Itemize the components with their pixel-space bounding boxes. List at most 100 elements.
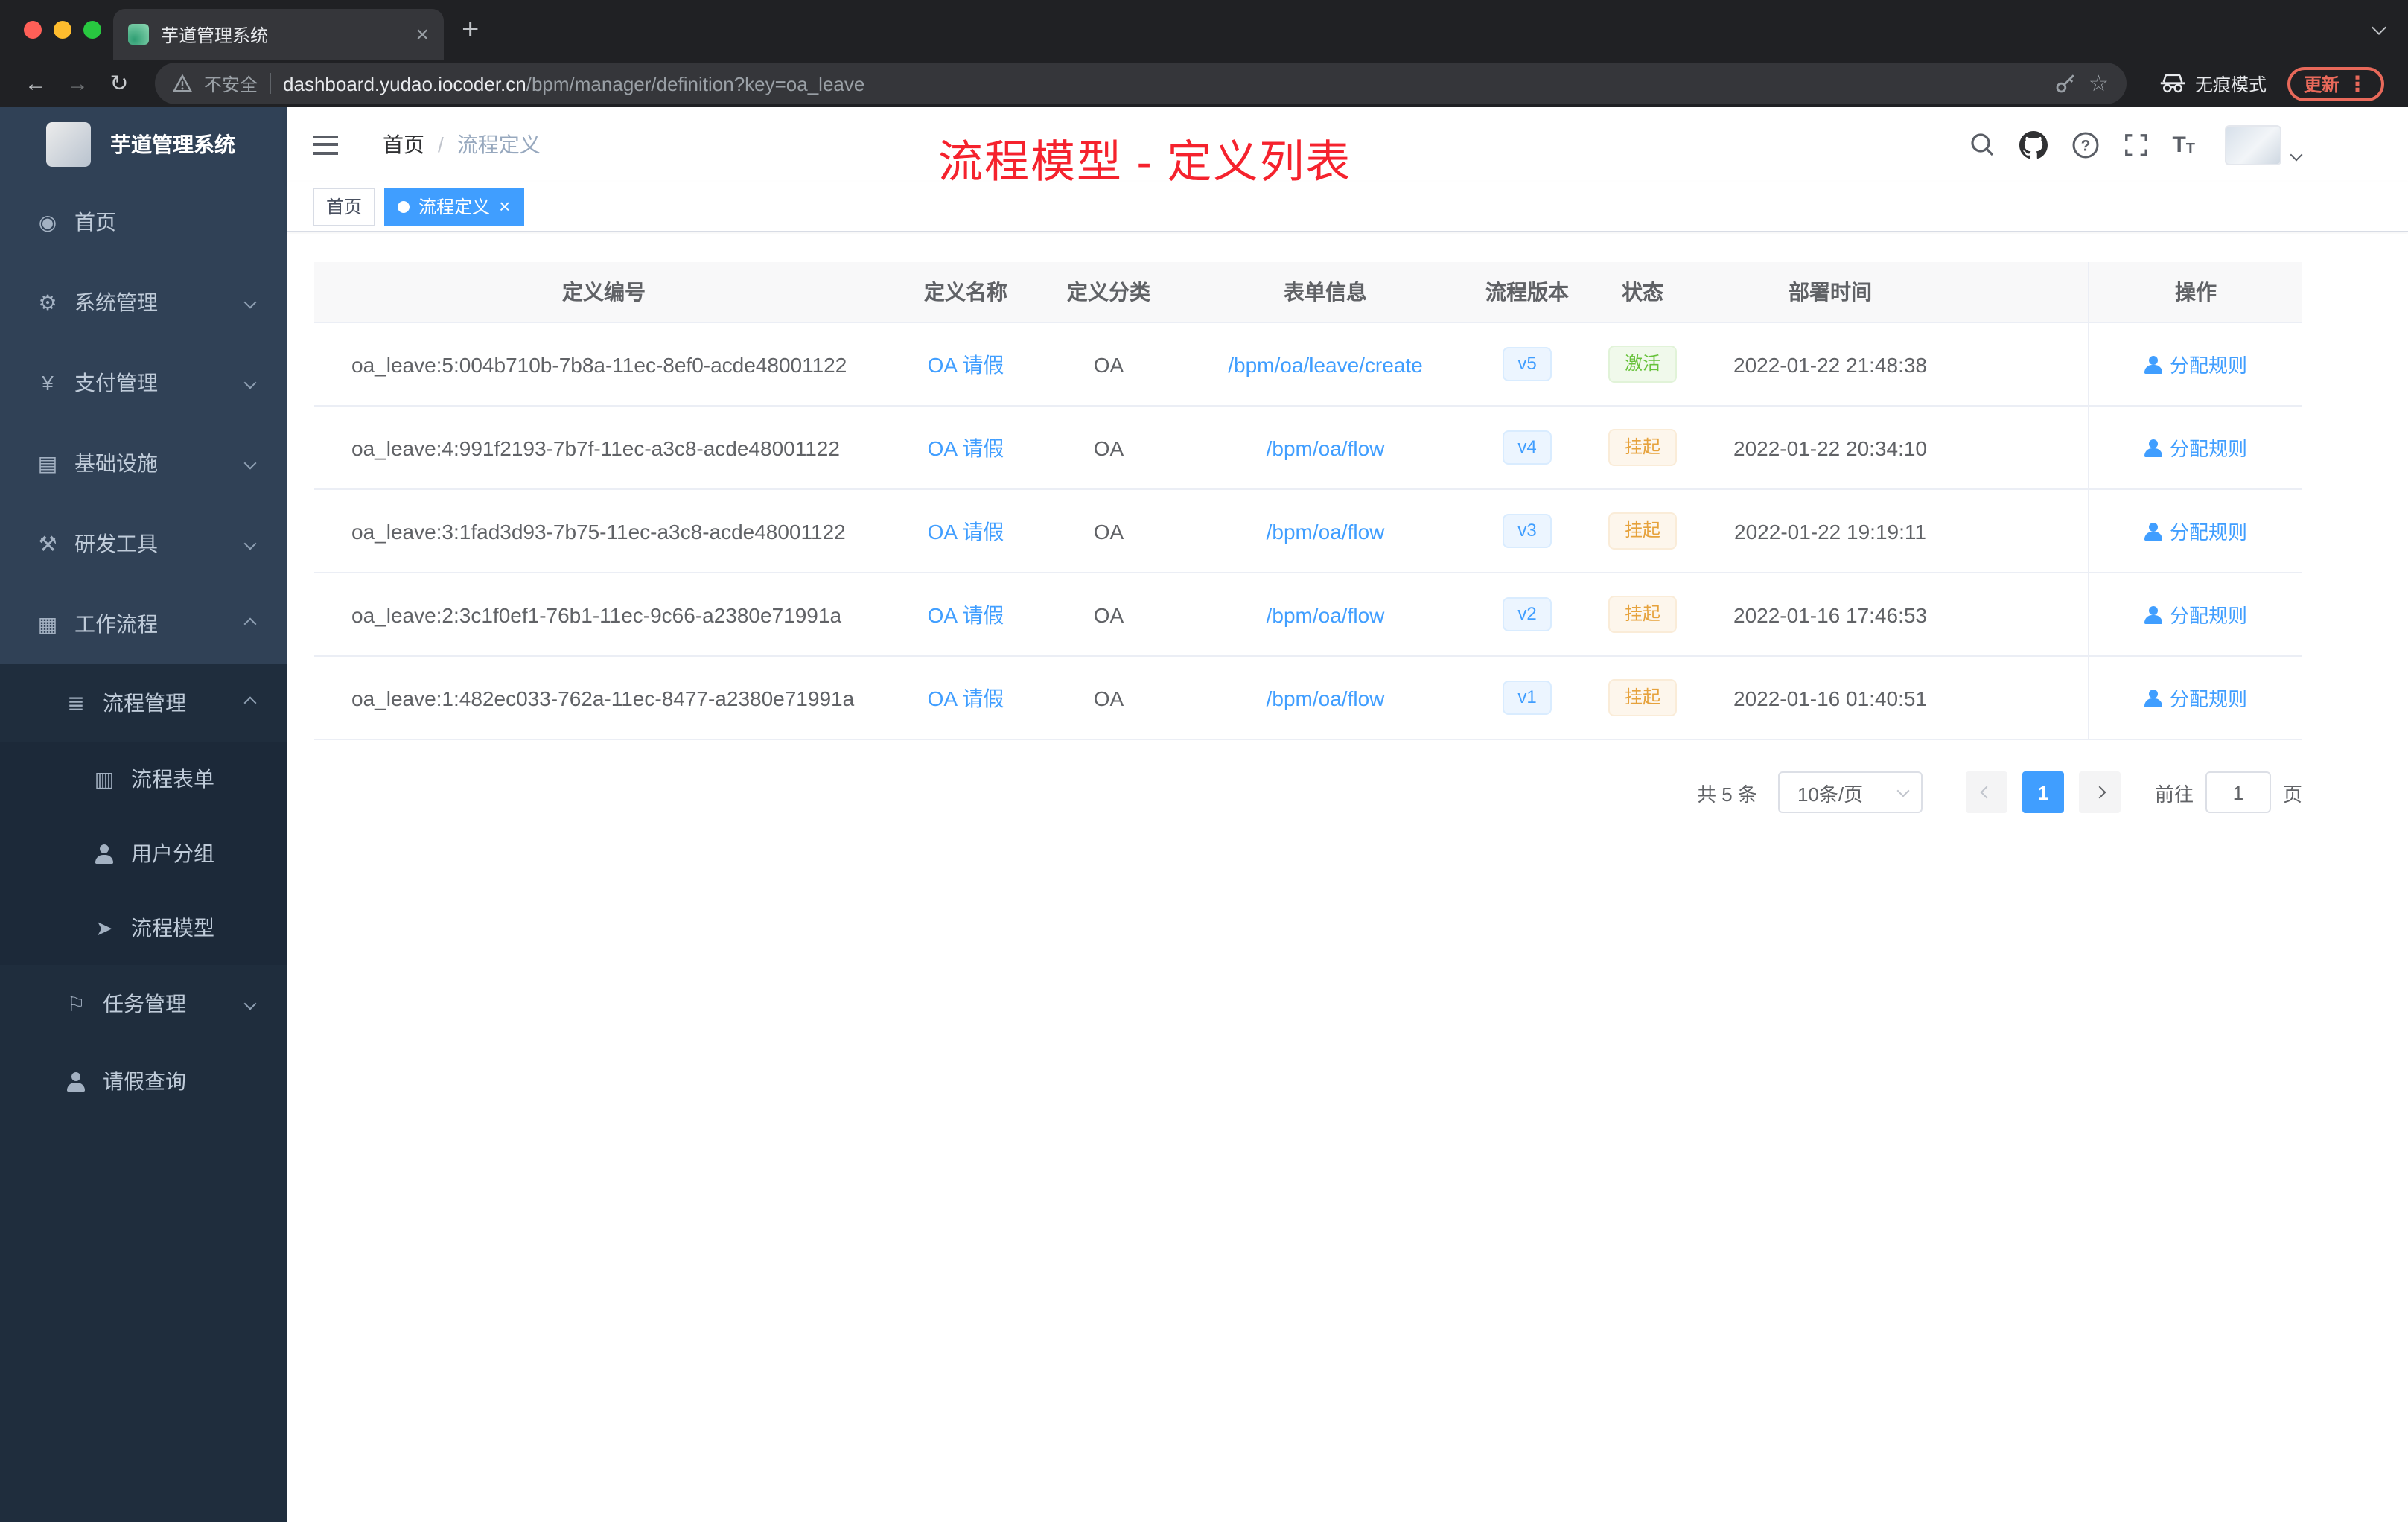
assign-rule-button[interactable]: 分配规则: [2144, 517, 2247, 545]
assign-rule-button[interactable]: 分配规则: [2144, 684, 2247, 712]
sidebar-collapse-icon[interactable]: [313, 135, 338, 154]
github-icon[interactable]: [2019, 130, 2048, 159]
column-header: 定义编号: [314, 262, 894, 322]
tab-search-chevron-icon[interactable]: [2372, 20, 2386, 35]
search-icon[interactable]: [1968, 131, 1995, 158]
window-minimize-button[interactable]: [54, 21, 71, 39]
definition-name-link[interactable]: OA 请假: [928, 349, 1004, 379]
table-header-row: 定义编号 定义名称 定义分类 表单信息 流程版本 状态 部署时间 操作: [314, 262, 2302, 323]
status-tag: 挂起: [1608, 429, 1677, 466]
svg-text:?: ?: [2080, 137, 2090, 154]
url-text: dashboard.yudao.iocoder.cn/bpm/manager/d…: [283, 72, 2041, 95]
version-tag: v4: [1503, 430, 1552, 465]
deploy-time: 2022-01-22 19:19:11: [1734, 519, 1926, 543]
sidebar-item-payment-management[interactable]: ¥ 支付管理: [0, 343, 287, 423]
sidebar-item-workflow[interactable]: ▦ 工作流程: [0, 584, 287, 664]
sidebar-item-user-group[interactable]: 用户分组: [0, 816, 287, 891]
sidebar-item-infrastructure[interactable]: ▤ 基础设施: [0, 423, 287, 503]
fullscreen-icon[interactable]: [2123, 132, 2148, 157]
column-header: 操作: [2088, 262, 2302, 322]
tab-close-icon[interactable]: ×: [415, 23, 429, 45]
sidebar-item-label: 系统管理: [74, 290, 158, 314]
process-form-icon: ▥: [94, 766, 115, 790]
next-page-button[interactable]: [2078, 771, 2121, 813]
assign-rule-button[interactable]: 分配规则: [2144, 350, 2247, 378]
definition-name-link[interactable]: OA 请假: [928, 683, 1004, 713]
sidebar-filler: [0, 1120, 287, 1522]
incognito-icon: [2160, 74, 2185, 93]
user-group-icon: [92, 844, 116, 863]
sidebar-item-system-management[interactable]: ⚙ 系统管理: [0, 262, 287, 343]
page-size-select[interactable]: 10条/页: [1777, 771, 1923, 813]
definition-category: OA: [1093, 686, 1124, 710]
window-close-button[interactable]: [24, 21, 42, 39]
user-group-icon: [95, 844, 114, 863]
definition-id: oa_leave:3:1fad3d93-7b75-11ec-a3c8-acde4…: [351, 519, 846, 543]
tab-strip: 芋道管理系统 × +: [0, 0, 2408, 60]
definition-name-cell: OA 请假: [894, 323, 1038, 405]
page-1-button[interactable]: 1: [2022, 771, 2064, 813]
definition-id-cell: oa_leave:1:482ec033-762a-11ec-8477-a2380…: [314, 657, 894, 739]
definition-name-link[interactable]: OA 请假: [928, 516, 1004, 546]
action-cell: 分配规则: [2088, 657, 2302, 739]
chevron-down-icon: [243, 537, 257, 550]
version-tag: v1: [1503, 681, 1552, 715]
sidebar-item-task-management[interactable]: ⚐ 任务管理: [0, 965, 287, 1042]
new-tab-button[interactable]: +: [462, 15, 479, 45]
sidebar-menu: ◉ 首页 ⚙ 系统管理 ¥ 支付管理 ▤ 基础设施 ⚒ 研发工具 ▦ 工作流程 ≣ 流程管理 ▥ 流程表单 用户…: [0, 182, 287, 1120]
tag-home[interactable]: 首页: [313, 187, 376, 226]
bookmark-star-icon[interactable]: ☆: [2089, 70, 2109, 97]
font-size-icon[interactable]: TT: [2172, 132, 2195, 157]
user-avatar-dropdown[interactable]: [2225, 124, 2303, 165]
sidebar-logo[interactable]: 芋道管理系统: [0, 107, 287, 182]
back-button[interactable]: ←: [18, 71, 54, 96]
sidebar-item-leave-query[interactable]: 请假查询: [0, 1042, 287, 1120]
sidebar-item-process-form[interactable]: ▥ 流程表单: [0, 742, 287, 816]
address-bar[interactable]: 不安全 dashboard.yudao.iocoder.cn/bpm/manag…: [155, 63, 2127, 104]
definition-category: OA: [1093, 436, 1124, 459]
tag-process-definition[interactable]: 流程定义 ×: [384, 187, 524, 226]
definition-name-link[interactable]: OA 请假: [928, 433, 1004, 462]
assign-rule-button[interactable]: 分配规则: [2144, 433, 2247, 462]
user-icon: [2144, 605, 2162, 623]
assign-rule-label: 分配规则: [2169, 605, 2247, 627]
goto-page-input[interactable]: [2205, 771, 2271, 813]
key-icon[interactable]: [2053, 71, 2077, 95]
deploy-time-cell: 2022-01-22 19:19:11: [1702, 490, 1958, 572]
assign-rule-button[interactable]: 分配规则: [2144, 600, 2247, 628]
definition-name-cell: OA 请假: [894, 573, 1038, 655]
form-link[interactable]: /bpm/oa/flow: [1267, 602, 1385, 626]
sidebar-item-process-management[interactable]: ≣ 流程管理: [0, 664, 287, 742]
sidebar-item-home[interactable]: ◉ 首页: [0, 182, 287, 262]
tag-close-icon[interactable]: ×: [499, 197, 510, 216]
chevron-down-icon: [243, 376, 257, 389]
browser-update-button[interactable]: 更新 ⋮: [2287, 66, 2384, 101]
form-link[interactable]: /bpm/oa/leave/create: [1228, 352, 1423, 376]
window-zoom-button[interactable]: [83, 21, 101, 39]
sidebar-item-label: 基础设施: [74, 451, 158, 475]
definition-name-link[interactable]: OA 请假: [928, 599, 1004, 629]
forward-button[interactable]: →: [60, 71, 95, 96]
help-icon[interactable]: ?: [2071, 130, 2099, 159]
browser-menu-icon[interactable]: ⋮: [2347, 73, 2368, 94]
form-link[interactable]: /bpm/oa/flow: [1267, 519, 1385, 543]
definition-id-cell: oa_leave:2:3c1f0ef1-76b1-11ec-9c66-a2380…: [314, 573, 894, 655]
tab-favicon-icon: [128, 24, 149, 45]
incognito-badge: 无痕模式: [2159, 71, 2267, 96]
sidebar-item-process-model[interactable]: ➤ 流程模型: [0, 891, 287, 965]
breadcrumb-home[interactable]: 首页: [383, 130, 424, 159]
security-label[interactable]: 不安全: [204, 71, 258, 96]
table-row: oa_leave:5:004b710b-7b8a-11ec-8ef0-acde4…: [314, 323, 2302, 407]
app-logo-icon: [46, 122, 91, 167]
refresh-button[interactable]: ↻: [101, 70, 137, 97]
prev-page-button[interactable]: [1965, 771, 2007, 813]
form-link[interactable]: /bpm/oa/flow: [1267, 686, 1385, 710]
user-icon: [2144, 355, 2162, 373]
process-management-icon: ≣: [67, 690, 85, 714]
chevron-right-icon: [2093, 786, 2106, 799]
version-tag: v3: [1503, 514, 1552, 548]
form-link[interactable]: /bpm/oa/flow: [1267, 436, 1385, 459]
sidebar-item-devtools[interactable]: ⚒ 研发工具: [0, 503, 287, 584]
action-cell: 分配规则: [2088, 323, 2302, 405]
browser-tab[interactable]: 芋道管理系统 ×: [113, 9, 444, 60]
